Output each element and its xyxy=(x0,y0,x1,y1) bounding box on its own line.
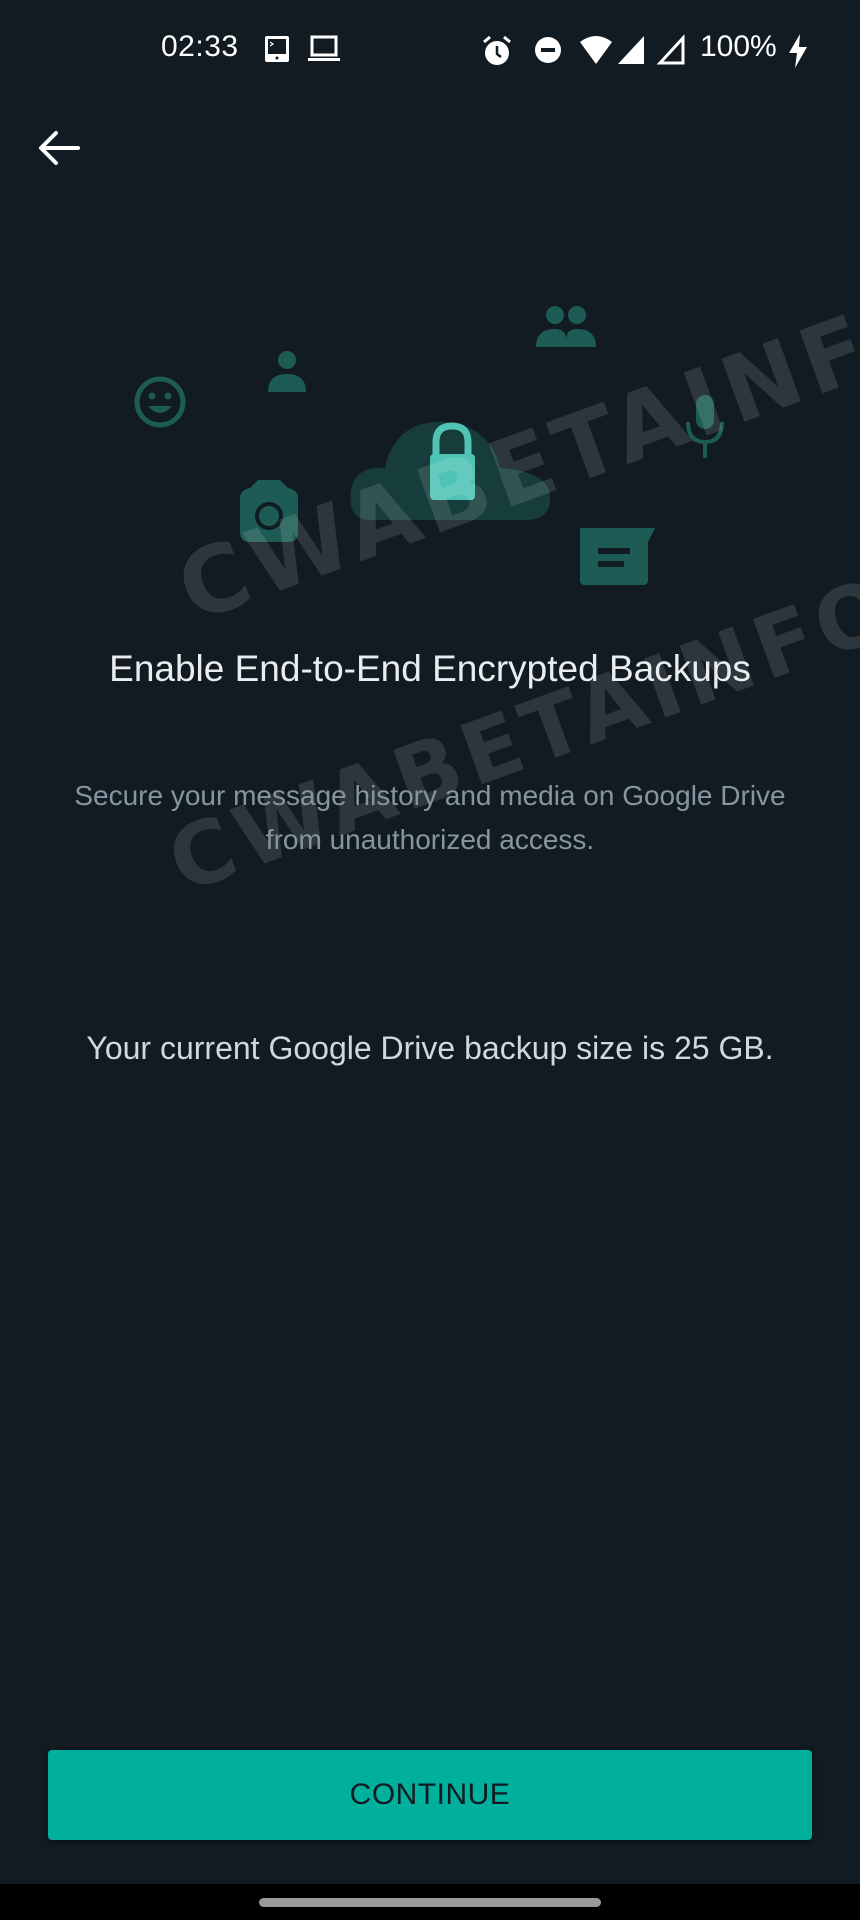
message-icon xyxy=(580,528,655,585)
alarm-icon xyxy=(483,35,511,65)
back-button[interactable] xyxy=(30,120,86,176)
charging-icon xyxy=(789,34,807,68)
status-time: 02:33 xyxy=(161,30,239,63)
laptop-icon xyxy=(308,35,340,61)
arrow-left-icon xyxy=(39,131,80,165)
page-title: Enable End-to-End Encrypted Backups xyxy=(109,648,751,689)
terminal-icon xyxy=(265,36,289,62)
wifi-icon xyxy=(580,36,612,64)
emoji-icon xyxy=(134,376,186,428)
page-subtitle: Secure your message history and media on… xyxy=(74,780,786,855)
illustration: CWABETAINFO xyxy=(0,264,860,643)
battery-level: 100% xyxy=(700,30,777,63)
signal-icon xyxy=(618,36,644,64)
group-icon xyxy=(536,306,596,347)
continue-button[interactable]: CONTINUE xyxy=(48,1750,812,1840)
gesture-handle[interactable] xyxy=(259,1898,601,1907)
status-bar: 02:33 100% xyxy=(0,0,860,100)
backup-size-text: Your current Google Drive backup size is… xyxy=(86,1030,774,1066)
person-icon xyxy=(268,351,306,392)
signal-empty-icon xyxy=(656,34,685,65)
do-not-disturb-icon xyxy=(535,37,561,63)
